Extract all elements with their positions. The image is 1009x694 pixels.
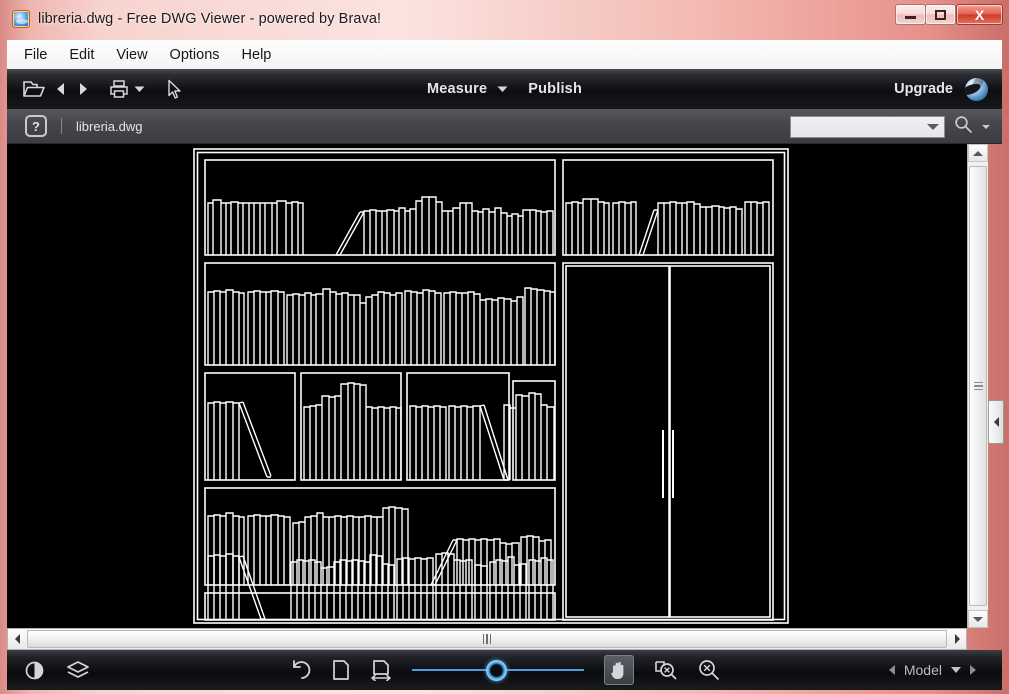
pan-hand-icon bbox=[609, 660, 628, 680]
scroll-right-arrow-icon[interactable] bbox=[948, 629, 966, 649]
minimize-button[interactable] bbox=[895, 4, 926, 25]
menu-item-view[interactable]: View bbox=[105, 44, 158, 66]
document-bar: ? libreria.dwg bbox=[7, 109, 1002, 144]
toolbar-center-group: Measure Publish bbox=[7, 69, 1002, 109]
toolbar-right-group: Upgrade bbox=[894, 69, 988, 109]
scroll-left-arrow-icon[interactable] bbox=[8, 629, 26, 649]
close-icon: X bbox=[974, 6, 985, 23]
publish-button[interactable]: Publish bbox=[522, 77, 588, 101]
vertical-scrollbar[interactable] bbox=[967, 144, 988, 628]
divider bbox=[61, 118, 62, 134]
vertical-scroll-track[interactable] bbox=[968, 162, 988, 610]
fit-width-icon[interactable] bbox=[370, 659, 392, 681]
search-combobox[interactable] bbox=[767, 115, 945, 138]
sheet-chevron-down-icon[interactable] bbox=[951, 667, 961, 673]
next-sheet-icon[interactable] bbox=[970, 665, 976, 675]
maximize-button[interactable] bbox=[925, 4, 956, 25]
next-page-icon[interactable] bbox=[77, 82, 89, 96]
help-question-icon[interactable]: ? bbox=[25, 115, 47, 137]
zoom-slider-handle[interactable] bbox=[485, 659, 507, 681]
menu-item-help[interactable]: Help bbox=[231, 44, 283, 66]
magnifier-icon[interactable] bbox=[954, 115, 973, 139]
search-group bbox=[767, 109, 990, 144]
collapse-panel-arrow-icon[interactable] bbox=[988, 400, 1004, 444]
scroll-up-arrow-icon[interactable] bbox=[968, 144, 988, 162]
document-name-label: libreria.dwg bbox=[76, 118, 143, 134]
menu-bar: File Edit View Options Help bbox=[7, 40, 1002, 69]
window-title: libreria.dwg - Free DWG Viewer - powered… bbox=[38, 11, 382, 27]
horizontal-scroll-track[interactable] bbox=[26, 629, 948, 649]
title-bar: libreria.dwg - Free DWG Viewer - powered… bbox=[0, 0, 1009, 38]
fit-page-icon[interactable] bbox=[332, 659, 350, 681]
status-bar: Model bbox=[7, 650, 1002, 690]
previous-page-icon[interactable] bbox=[55, 82, 67, 96]
scrollbar-grip-icon bbox=[973, 381, 983, 391]
main-toolbar: Measure Publish Upgrade bbox=[7, 69, 1002, 109]
zoom-out-icon[interactable] bbox=[698, 659, 720, 681]
measure-chevron-down-icon[interactable] bbox=[497, 85, 508, 93]
brava-globe-icon[interactable] bbox=[965, 77, 988, 101]
zoom-slider[interactable] bbox=[411, 659, 584, 681]
select-cursor-icon[interactable] bbox=[167, 79, 183, 99]
rotate-left-icon[interactable] bbox=[290, 659, 312, 681]
vertical-scroll-thumb[interactable] bbox=[969, 166, 987, 606]
menu-item-options[interactable]: Options bbox=[159, 44, 231, 66]
close-button[interactable]: X bbox=[956, 4, 1003, 25]
statusbar-left-group bbox=[25, 660, 90, 680]
search-options-chevron-down-icon[interactable] bbox=[982, 124, 990, 129]
window-controls: X bbox=[895, 4, 1003, 25]
search-chevron-down-icon[interactable] bbox=[927, 123, 939, 130]
statusbar-right-group: Model bbox=[888, 650, 976, 690]
horizontal-scrollbar[interactable] bbox=[7, 628, 967, 650]
scrollbar-grip-icon bbox=[482, 634, 492, 644]
minimize-icon bbox=[905, 16, 916, 19]
application-window: libreria.dwg - Free DWG Viewer - powered… bbox=[0, 0, 1009, 694]
menu-item-edit[interactable]: Edit bbox=[58, 44, 105, 66]
pan-tool-button[interactable] bbox=[603, 655, 634, 685]
bookcase-elevation-drawing bbox=[193, 148, 789, 624]
horizontal-scroll-thumb[interactable] bbox=[27, 630, 947, 648]
measure-button[interactable]: Measure bbox=[421, 77, 493, 101]
print-icon[interactable] bbox=[109, 79, 129, 99]
scroll-down-arrow-icon[interactable] bbox=[968, 610, 988, 628]
menu-item-file[interactable]: File bbox=[13, 44, 58, 66]
layers-icon[interactable] bbox=[66, 660, 90, 680]
statusbar-center-group bbox=[7, 650, 1002, 690]
zoom-in-icon[interactable] bbox=[654, 659, 678, 681]
previous-sheet-icon[interactable] bbox=[888, 665, 895, 675]
search-input[interactable] bbox=[767, 117, 927, 136]
sheet-selector-label[interactable]: Model bbox=[904, 662, 942, 678]
brava-globe-icon bbox=[12, 10, 30, 28]
maximize-icon bbox=[935, 9, 946, 20]
contrast-icon[interactable] bbox=[25, 661, 44, 680]
print-options-chevron-down-icon[interactable] bbox=[134, 85, 145, 93]
upgrade-button[interactable]: Upgrade bbox=[894, 81, 953, 97]
open-folder-icon[interactable] bbox=[23, 80, 45, 98]
drawing-canvas[interactable] bbox=[7, 144, 967, 628]
